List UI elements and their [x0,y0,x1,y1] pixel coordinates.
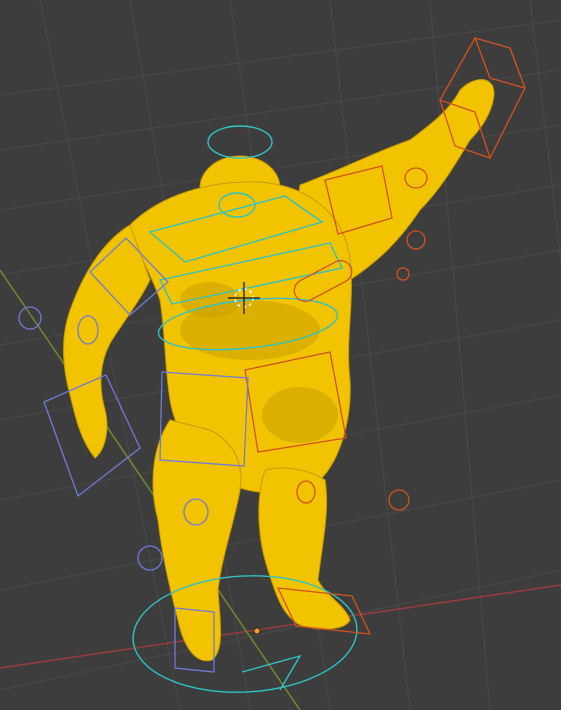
character-mesh[interactable] [63,79,495,662]
viewport-canvas[interactable] [0,0,561,710]
knee-target-sphere[interactable] [388,489,410,511]
left-elbow-pole-sphere[interactable] [18,306,42,330]
head-control-ring[interactable] [207,125,273,159]
origin-point-icon [253,627,261,635]
forearm-joint-control[interactable] [406,230,426,250]
3d-viewport[interactable] [0,0,561,710]
